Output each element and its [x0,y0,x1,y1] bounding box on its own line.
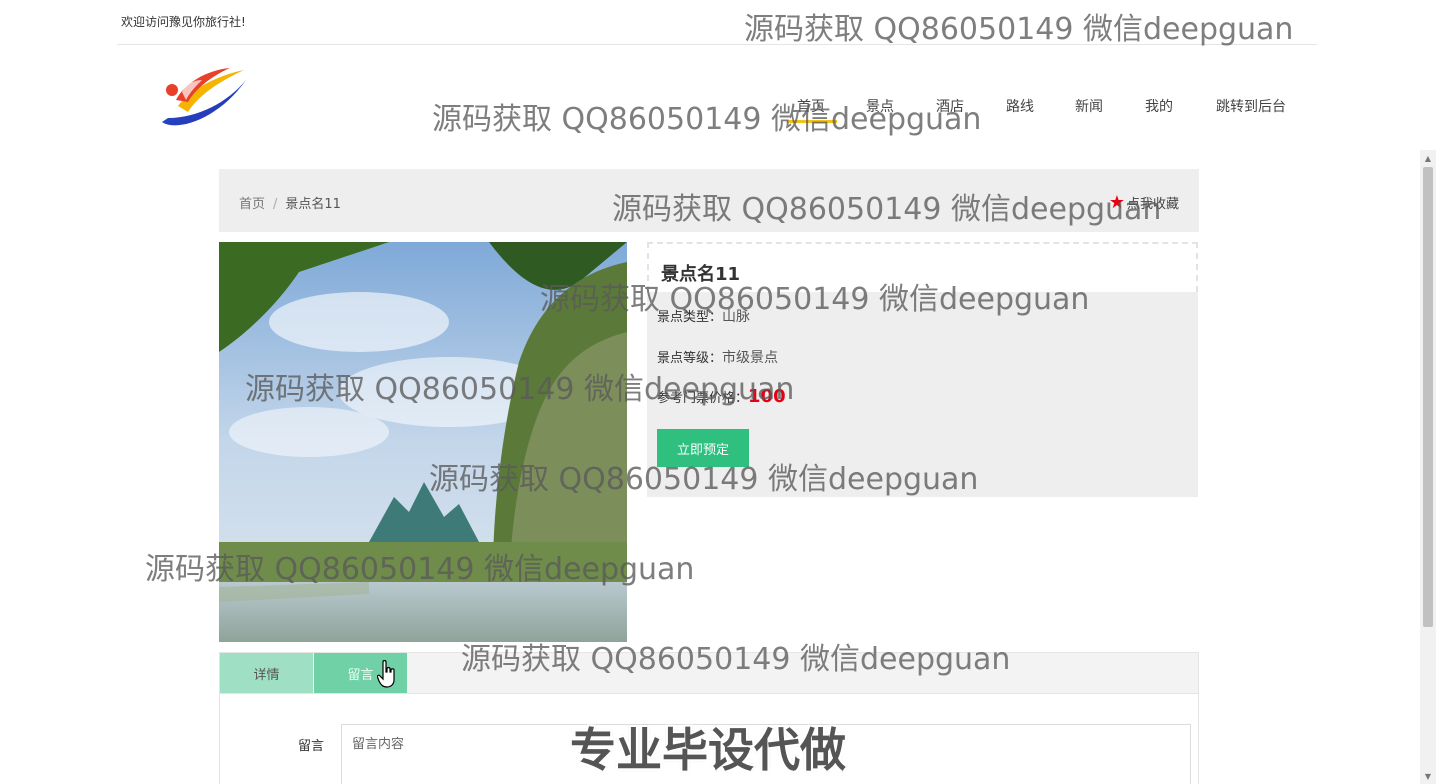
nav-item-attractions[interactable]: 景点 [866,96,894,116]
page-scrollbar[interactable]: ▲ ▼ [1420,150,1436,784]
book-now-button[interactable]: 立即预定 [657,429,749,467]
attraction-image [219,242,627,642]
scroll-down-icon[interactable]: ▼ [1420,768,1436,784]
breadcrumb-current: 景点名11 [285,197,341,212]
star-icon: ★ [1108,191,1125,213]
attraction-info: 景点类型：山脉 景点等级：市级景点 参考门票价格：100 立即预定 [647,292,1198,497]
detail-tabs: 详情 留言 [219,652,1199,694]
nav-item-news[interactable]: 新闻 [1075,96,1103,116]
attraction-title-box: 景点名11 [647,242,1198,292]
price-label: 参考门票价格： [657,391,749,406]
type-row: 景点类型：山脉 [657,306,750,326]
breadcrumb-home[interactable]: 首页 [239,197,265,212]
top-bar: 欢迎访问豫见你旅行社! [117,0,1317,45]
price-value: 100 [748,386,786,407]
hand-cursor-icon [377,660,395,688]
scrollbar-thumb[interactable] [1423,167,1433,627]
favorite-button[interactable]: ★ 点我收藏 [1109,193,1179,212]
nav-item-mine[interactable]: 我的 [1145,96,1173,116]
favorite-label: 点我收藏 [1126,197,1179,212]
nav-item-home[interactable]: 首页 [797,96,825,116]
nav-item-hotels[interactable]: 酒店 [936,96,964,116]
logo-icon [162,68,246,126]
nav-item-admin[interactable]: 跳转到后台 [1216,96,1286,116]
watermark-big-text: 专业毕设代做 [570,723,846,777]
level-row: 景点等级：市级景点 [657,347,778,367]
welcome-text: 欢迎访问豫见你旅行社! [121,15,246,29]
watermark-text: 源码获取 QQ86050149 微信deepguan [432,102,982,137]
tab-details[interactable]: 详情 [220,653,313,693]
type-value: 山脉 [722,309,751,325]
breadcrumb-separator: / [273,197,278,212]
level-value: 市级景点 [722,350,779,366]
nav-active-indicator [787,120,837,123]
scroll-up-icon[interactable]: ▲ [1420,150,1436,166]
breadcrumb: 首页 / 景点名11 [239,193,341,212]
comment-label: 留言 [298,739,325,754]
price-row: 参考门票价格：100 [657,386,786,407]
landscape-image [219,242,627,642]
nav-item-routes[interactable]: 路线 [1006,96,1034,116]
level-label: 景点等级： [657,351,723,366]
type-label: 景点类型： [657,310,723,325]
attraction-title: 景点名11 [661,264,741,285]
page: 欢迎访问豫见你旅行社! 首页 景点 酒店 路线 新闻 我的 跳转到后台 首页 / 景 [0,0,1436,784]
site-logo[interactable] [158,62,250,134]
breadcrumb-bar: 首页 / 景点名11 ★ 点我收藏 [219,169,1199,232]
